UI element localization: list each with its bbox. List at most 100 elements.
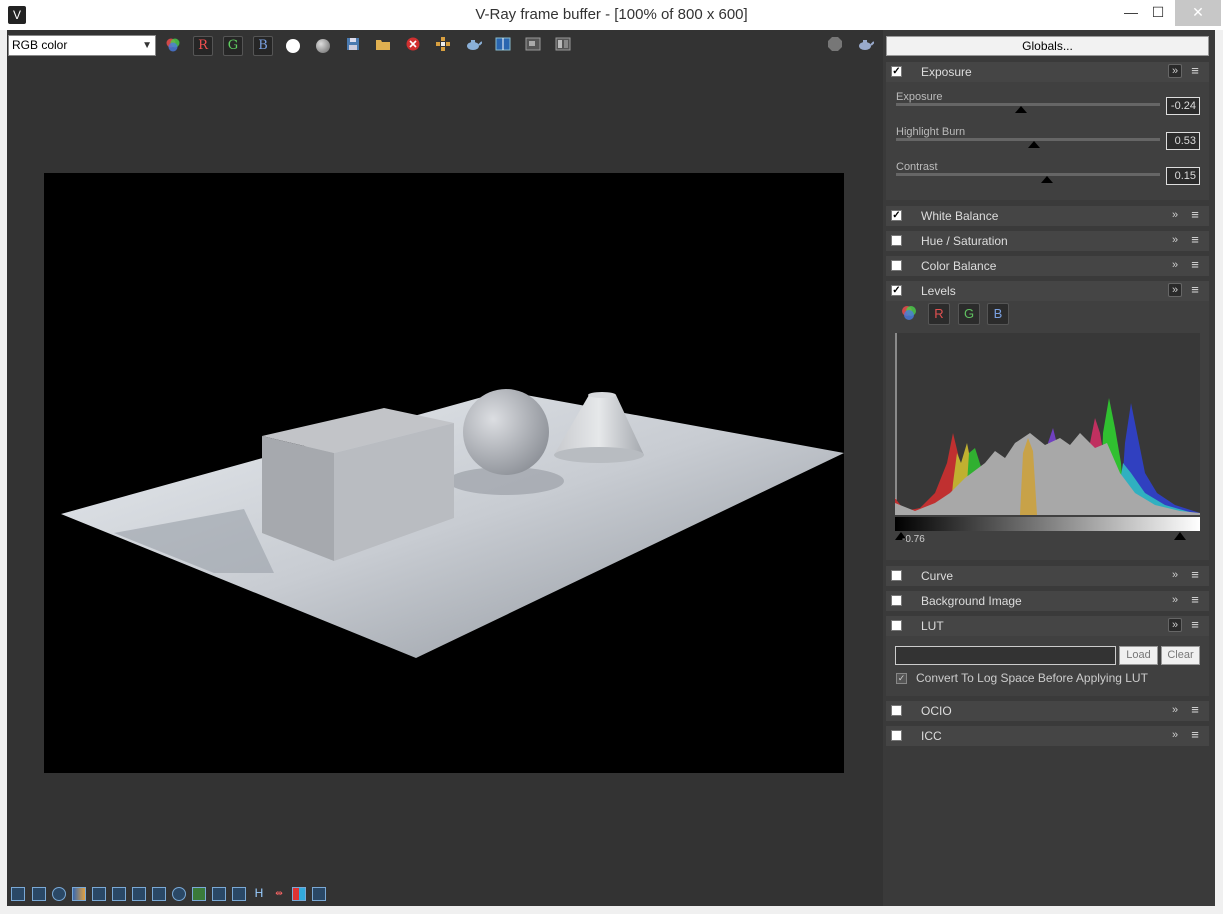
window-title: V-Ray frame buffer - [100% of 800 x 600] <box>475 6 748 23</box>
expand-icon[interactable]: » <box>1168 208 1182 222</box>
log-space-label: Convert To Log Space Before Applying LUT <box>916 671 1148 685</box>
histogram-icon[interactable] <box>132 887 146 901</box>
render-elements-icon[interactable] <box>32 887 46 901</box>
grid-icon[interactable] <box>92 887 106 901</box>
levels-header[interactable]: ✓ Levels » ≡ <box>886 281 1209 301</box>
expand-icon[interactable]: » <box>1168 593 1182 607</box>
contrast-thumb[interactable] <box>1041 176 1053 183</box>
highlight-burn-value[interactable]: 0.53 <box>1166 132 1200 150</box>
stop-icon[interactable] <box>825 36 845 56</box>
ab-compare-icon[interactable]: ⇹ <box>272 887 286 901</box>
highlight-burn-thumb[interactable] <box>1028 141 1040 148</box>
lut-section: LUT » ≡ Load Clear ✓ Convert To Log Spac… <box>886 616 1209 696</box>
menu-icon[interactable]: ≡ <box>1188 64 1202 78</box>
teapot-icon[interactable] <box>855 36 875 56</box>
rgb-channels-icon[interactable] <box>898 303 920 325</box>
background-image-title: Background Image <box>921 594 1022 608</box>
white-ball-icon[interactable] <box>283 36 303 56</box>
expand-icon[interactable]: » <box>1168 258 1182 272</box>
h-icon[interactable]: H <box>252 887 266 901</box>
levels-checkbox[interactable]: ✓ <box>891 285 902 296</box>
menu-icon[interactable]: ≡ <box>1188 618 1202 632</box>
green-channel-button[interactable]: G <box>223 36 243 56</box>
exposure-value[interactable]: -0.24 <box>1166 97 1200 115</box>
menu-icon[interactable]: ≡ <box>1188 703 1202 717</box>
ocio-header[interactable]: OCIO » ≡ <box>886 701 1209 721</box>
denoise-icon[interactable] <box>172 887 186 901</box>
white-balance-checkbox[interactable]: ✓ <box>891 210 902 221</box>
teapot-render-icon[interactable] <box>463 36 483 56</box>
log-space-checkbox[interactable]: ✓ <box>896 673 907 684</box>
background-image-header[interactable]: Background Image » ≡ <box>886 591 1209 611</box>
image-viewport[interactable] <box>7 61 880 883</box>
levels-histogram[interactable] <box>895 333 1200 515</box>
exposure-header[interactable]: ✓ Exposure » ≡ <box>886 62 1209 82</box>
levels-green-button[interactable]: G <box>958 303 980 325</box>
expand-icon[interactable]: » <box>1168 233 1182 247</box>
color-channels-icon[interactable] <box>163 36 183 56</box>
background-icon[interactable] <box>192 887 206 901</box>
compare-icon[interactable] <box>493 36 513 56</box>
settings-icon[interactable] <box>312 887 326 901</box>
expand-icon[interactable]: » <box>1168 728 1182 742</box>
lens-effects-icon[interactable] <box>152 887 166 901</box>
collapse-icon[interactable]: » <box>1168 283 1182 297</box>
color-correction-icon[interactable] <box>72 887 86 901</box>
gray-ball-icon[interactable] <box>313 36 333 56</box>
menu-icon[interactable]: ≡ <box>1188 208 1202 222</box>
open-folder-icon[interactable] <box>373 36 393 56</box>
red-channel-button[interactable]: R <box>193 36 213 56</box>
history-icon[interactable] <box>553 36 573 56</box>
expand-icon[interactable]: » <box>1168 703 1182 717</box>
hue-saturation-header[interactable]: Hue / Saturation » ≡ <box>886 231 1209 251</box>
curve-icon[interactable] <box>212 887 226 901</box>
image-info-icon[interactable] <box>11 887 25 901</box>
blue-channel-button[interactable]: B <box>253 36 273 56</box>
contrast-value[interactable]: 0.15 <box>1166 167 1200 185</box>
globals-button[interactable]: Globals... <box>886 36 1209 56</box>
split-icon[interactable] <box>292 887 306 901</box>
background-image-checkbox[interactable] <box>891 595 902 606</box>
color-balance-header[interactable]: Color Balance » ≡ <box>886 256 1209 276</box>
ocio-checkbox[interactable] <box>891 705 902 716</box>
exposure-slider-thumb[interactable] <box>1015 106 1027 113</box>
curve-checkbox[interactable] <box>891 570 902 581</box>
dither-icon[interactable] <box>232 887 246 901</box>
color-balance-checkbox[interactable] <box>891 260 902 271</box>
maximize-button[interactable]: ☐ <box>1141 0 1175 26</box>
icc-checkbox[interactable] <box>891 730 902 741</box>
curve-header[interactable]: Curve » ≡ <box>886 566 1209 586</box>
hue-saturation-checkbox[interactable] <box>891 235 902 246</box>
collapse-icon[interactable]: » <box>1168 618 1182 632</box>
info-icon[interactable] <box>52 887 66 901</box>
menu-icon[interactable]: ≡ <box>1188 233 1202 247</box>
save-icon[interactable] <box>343 36 363 56</box>
clear-icon[interactable] <box>403 36 423 56</box>
lut-load-button[interactable]: Load <box>1119 646 1158 665</box>
channel-select[interactable]: RGB color ▼ <box>8 35 156 56</box>
levels-red-button[interactable]: R <box>928 303 950 325</box>
region-render-icon[interactable] <box>523 36 543 56</box>
close-button[interactable]: ✕ <box>1175 0 1221 26</box>
menu-icon[interactable]: ≡ <box>1188 593 1202 607</box>
contrast-slider[interactable] <box>896 173 1160 176</box>
menu-icon[interactable]: ≡ <box>1188 568 1202 582</box>
menu-icon[interactable]: ≡ <box>1188 728 1202 742</box>
menu-icon[interactable]: ≡ <box>1188 283 1202 297</box>
menu-icon[interactable]: ≡ <box>1188 258 1202 272</box>
icc-header[interactable]: ICC » ≡ <box>886 726 1209 746</box>
lut-file-input[interactable] <box>895 646 1116 665</box>
white-balance-header[interactable]: ✓ White Balance » ≡ <box>886 206 1209 226</box>
levels-blue-button[interactable]: B <box>987 303 1009 325</box>
lut-clear-button[interactable]: Clear <box>1161 646 1200 665</box>
exposure-checkbox[interactable]: ✓ <box>891 66 902 77</box>
levels-gradient[interactable] <box>895 517 1200 531</box>
expand-icon[interactable]: » <box>1168 568 1182 582</box>
lut-header[interactable]: LUT » ≡ <box>886 616 1209 636</box>
lut-checkbox[interactable] <box>891 620 902 631</box>
collapse-icon[interactable]: » <box>1168 64 1182 78</box>
white-point-thumb[interactable] <box>1174 532 1186 540</box>
stats-icon[interactable] <box>112 887 126 901</box>
track-mouse-icon[interactable] <box>433 36 453 56</box>
exposure-slider[interactable] <box>896 103 1160 106</box>
